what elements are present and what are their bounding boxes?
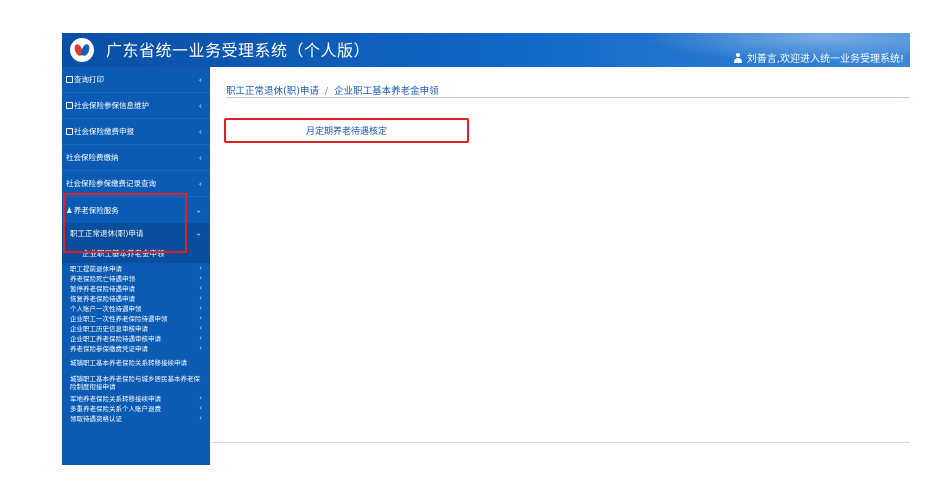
sidebar-item-transfer-urban[interactable]: 城镇职工基本养老保险关系转移接续申请 bbox=[62, 353, 210, 373]
user-icon bbox=[733, 52, 743, 63]
sidebar-item-suspend-benefit[interactable]: 暂停养老保险待遇申请 ‹ bbox=[62, 283, 210, 293]
sidebar-item-lump-sum-personal[interactable]: 个人账户一次性待遇申领 ‹ bbox=[62, 303, 210, 313]
chevron-left-icon: ‹ bbox=[199, 314, 202, 322]
breadcrumb: 职工正常退休(职)申请 / 企业职工基本养老金申领 bbox=[226, 83, 439, 97]
chevron-left-icon: ‹ bbox=[199, 264, 202, 272]
document-icon bbox=[66, 102, 73, 109]
logo-icon bbox=[70, 38, 94, 62]
chevron-left-icon: ‹ bbox=[199, 344, 202, 352]
breadcrumb-separator: / bbox=[324, 86, 329, 97]
sidebar-item-urban-rural-link[interactable]: 城镇职工基本养老保险与城乡居民基本养老保险制度衔接申请 bbox=[62, 373, 210, 393]
printer-icon bbox=[66, 76, 73, 83]
chevron-down-icon: ⌄ bbox=[195, 228, 202, 238]
sidebar-item-early-retirement[interactable]: 职工提前退休申请 ‹ bbox=[62, 263, 210, 273]
chevron-left-icon: ‹ bbox=[199, 404, 202, 412]
chevron-left-icon: ‹ bbox=[199, 394, 202, 402]
sidebar-item-resume-benefit[interactable]: 恢复养老保险待遇申请 ‹ bbox=[62, 293, 210, 303]
main-content: 职工正常退休(职)申请 / 企业职工基本养老金申领 月定期养老待遇核定 bbox=[210, 67, 910, 465]
chevron-left-icon: ‹ bbox=[199, 324, 202, 332]
chevron-left-icon: ‹ bbox=[199, 274, 202, 282]
sidebar: 查询打印 ‹ 社会保险参保信息维护 ‹ 社会保险缴费申报 ‹ 社会保险费缴纳 ‹… bbox=[62, 67, 210, 465]
sidebar-item-fee-payment[interactable]: 社会保险费缴纳 ‹ bbox=[62, 145, 210, 171]
sidebar-item-query-print[interactable]: 查询打印 ‹ bbox=[62, 67, 210, 93]
breadcrumb-item-normal-retirement[interactable]: 职工正常退休(职)申请 bbox=[226, 86, 319, 97]
divider bbox=[226, 97, 909, 98]
sidebar-item-qualification-cert[interactable]: 领取待遇资格认证 ‹ bbox=[62, 413, 210, 423]
user-welcome: 刘善言,欢迎进入统一业务受理系统! bbox=[733, 50, 904, 65]
sidebar-item-benefit-review[interactable]: 企业职工养老保险待遇审核申请 ‹ bbox=[62, 333, 210, 343]
divider bbox=[210, 442, 910, 443]
sidebar-item-history-review[interactable]: 企业职工历史信息审核申请 ‹ bbox=[62, 323, 210, 333]
card-icon bbox=[66, 128, 73, 135]
chevron-left-icon: ‹ bbox=[199, 284, 202, 292]
chevron-left-icon: ‹ bbox=[198, 101, 202, 110]
chevron-left-icon: ‹ bbox=[199, 414, 202, 422]
sidebar-item-insurance-info[interactable]: 社会保险参保信息维护 ‹ bbox=[62, 93, 210, 119]
sidebar-item-death-benefit[interactable]: 养老保险死亡待遇申领 ‹ bbox=[62, 273, 210, 283]
chevron-left-icon: ‹ bbox=[199, 294, 202, 302]
sidebar-item-lump-sum-enterprise[interactable]: 企业职工一次性养老保险待遇申领 ‹ bbox=[62, 313, 210, 323]
chevron-left-icon: ‹ bbox=[199, 304, 202, 312]
chevron-left-icon: ‹ bbox=[198, 127, 202, 136]
chevron-down-icon: ⌄ bbox=[195, 205, 202, 215]
sidebar-item-multi-refund[interactable]: 多重养老保险关系个人账户退费 ‹ bbox=[62, 403, 210, 413]
app-header: 广东省统一业务受理系统（个人版） 刘善言,欢迎进入统一业务受理系统! bbox=[62, 33, 910, 67]
chevron-left-icon: ‹ bbox=[198, 75, 202, 84]
highlight-box bbox=[63, 193, 187, 253]
monthly-pension-approval-tile[interactable]: 月定期养老待遇核定 bbox=[224, 118, 469, 143]
chevron-left-icon: ‹ bbox=[199, 334, 202, 342]
sidebar-item-payment-certificate[interactable]: 养老保险参保缴费凭证申请 ‹ bbox=[62, 343, 210, 353]
sidebar-item-payment-declare[interactable]: 社会保险缴费申报 ‹ bbox=[62, 119, 210, 145]
chevron-left-icon: ‹ bbox=[198, 153, 202, 162]
breadcrumb-item-basic-pension-claim[interactable]: 企业职工基本养老金申领 bbox=[334, 86, 439, 97]
app-title: 广东省统一业务受理系统（个人版） bbox=[106, 41, 371, 60]
sidebar-item-military-transfer[interactable]: 军地养老保险关系转移接续申请 ‹ bbox=[62, 393, 210, 403]
app-window: 广东省统一业务受理系统（个人版） 刘善言,欢迎进入统一业务受理系统! 查询打印 … bbox=[62, 33, 910, 465]
welcome-text: 刘善言,欢迎进入统一业务受理系统! bbox=[746, 54, 904, 65]
chevron-left-icon: ‹ bbox=[198, 179, 202, 188]
